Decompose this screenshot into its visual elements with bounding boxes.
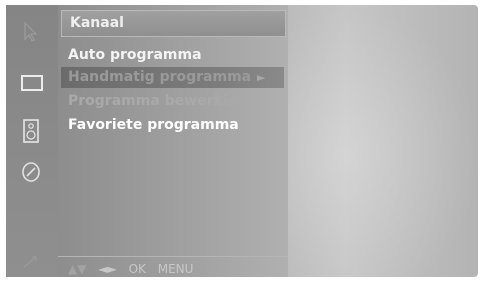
lock-icon[interactable]: [20, 251, 42, 271]
menu-hint: MENU: [157, 262, 194, 276]
menu-item-label: Auto programma: [68, 47, 202, 63]
menu-item-label: Handmatig programma: [68, 69, 252, 85]
osd-sidebar: [6, 5, 58, 277]
menu-item-label: Programma bewerking: [68, 93, 248, 109]
menu-item-label: Favoriete programma: [68, 117, 239, 133]
picture-icon[interactable]: [20, 73, 44, 93]
menu-item-auto-programma[interactable]: Auto programma: [61, 45, 284, 66]
submenu-arrow-icon: ►: [257, 71, 266, 84]
menu-title-bar: Kanaal: [61, 10, 286, 37]
ok-hint: OK: [128, 262, 146, 276]
navigation-hint-bar: ▲▼ ◄► OK MENU: [68, 262, 201, 276]
menu-item-handmatig-programma[interactable]: Handmatig programma ►: [61, 67, 284, 88]
menu-title: Kanaal: [70, 15, 124, 31]
nav-leftright-icon: ◄►: [98, 262, 117, 276]
footer-divider: [58, 256, 288, 257]
menu-item-favoriete-programma[interactable]: Favoriete programma: [61, 115, 284, 136]
options-icon[interactable]: [20, 161, 42, 183]
cursor-icon[interactable]: [20, 21, 42, 43]
nav-updown-icon: ▲▼: [68, 262, 87, 276]
menu-item-programma-bewerking[interactable]: Programma bewerking: [61, 91, 284, 112]
speaker-icon[interactable]: [20, 118, 42, 144]
